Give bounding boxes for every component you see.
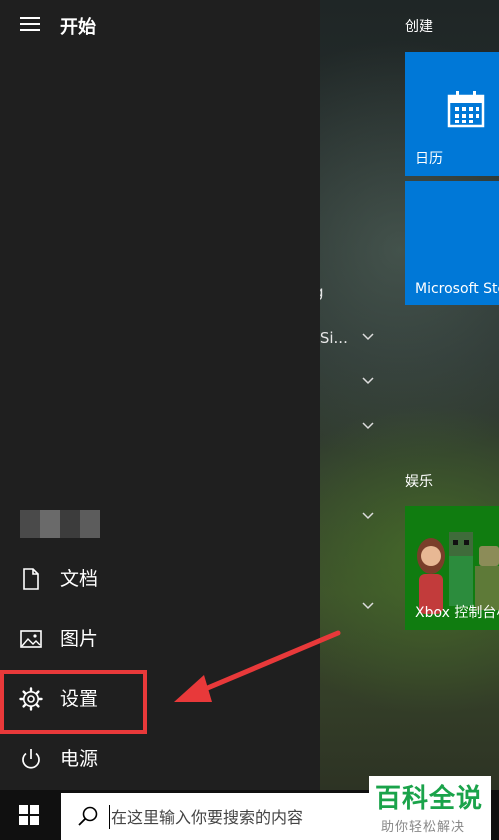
- picture-icon: [20, 630, 42, 648]
- chevron-down-icon[interactable]: [362, 422, 374, 430]
- calendar-icon: [447, 91, 485, 128]
- hamburger-menu-icon[interactable]: [20, 17, 40, 33]
- chevron-down-icon[interactable]: [362, 602, 374, 610]
- store-tile[interactable]: Microsoft Store: [405, 181, 499, 305]
- chevron-down-icon[interactable]: [362, 333, 374, 341]
- tile-label-xbox: Xbox 控制台小...: [415, 605, 499, 621]
- chevron-down-icon[interactable]: [362, 512, 374, 520]
- windows-start-button[interactable]: [0, 790, 58, 840]
- xbox-tile[interactable]: Xbox 控制台小...: [405, 506, 499, 630]
- settings-highlight-box: [0, 670, 147, 734]
- tile-group-label-entertainment: 娱乐: [405, 474, 433, 490]
- tile-label-calendar: 日历: [415, 151, 443, 167]
- user-avatar[interactable]: [20, 506, 100, 540]
- calendar-tile[interactable]: 日历: [405, 52, 499, 176]
- search-input[interactable]: [111, 803, 361, 831]
- watermark-logo: 百科全说 助你轻松解决: [369, 776, 491, 840]
- nav-label-power: 电源: [60, 748, 99, 770]
- taskbar-search-box[interactable]: [61, 793, 371, 840]
- nav-documents[interactable]: 文档: [0, 552, 320, 608]
- nav-label-documents: 文档: [60, 568, 99, 590]
- power-icon: [22, 749, 40, 769]
- search-icon: [78, 806, 98, 826]
- nav-power[interactable]: 电源: [0, 732, 320, 788]
- tile-group-label-create: 创建: [405, 19, 433, 35]
- watermark-main-text: 百科全说: [375, 784, 484, 814]
- windows-logo-icon: [19, 805, 39, 825]
- document-icon: [23, 568, 39, 590]
- watermark-sub-text: 助你轻松解决: [381, 820, 466, 835]
- tile-label-store: Microsoft Store: [415, 281, 499, 297]
- start-title: 开始: [60, 17, 96, 38]
- nav-pictures[interactable]: 图片: [0, 612, 320, 668]
- chevron-down-icon[interactable]: [362, 377, 374, 385]
- nav-label-pictures: 图片: [60, 628, 99, 650]
- text-caret: [109, 805, 110, 829]
